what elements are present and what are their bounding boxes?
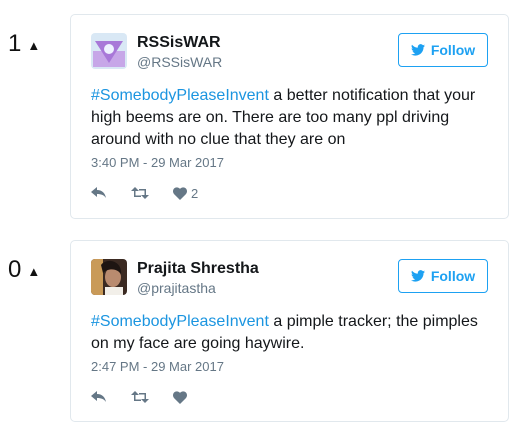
retweet-button[interactable] [131,187,149,199]
retweet-button[interactable] [131,391,149,403]
vote-widget: 0 ▲ [8,256,40,284]
vote-count: 1 [8,30,22,57]
tweet-header: Prajita Shrestha @prajitastha Follow [91,259,488,299]
reply-button[interactable] [91,391,107,403]
avatar[interactable] [91,259,127,295]
reply-button[interactable] [91,187,107,199]
avatar[interactable] [91,33,127,69]
reply-icon [91,187,106,198]
tweet-author: Prajita Shrestha @prajitastha [137,259,259,297]
tweet-actions: 2 [91,184,488,202]
heart-icon [173,186,187,200]
vote-count: 0 [8,256,22,283]
retweet-icon [131,391,149,403]
follow-label: Follow [430,268,476,284]
twitter-bird-icon [410,270,425,282]
upvote-arrow-icon[interactable]: ▲ [27,38,40,53]
author-handle[interactable]: @prajitastha [137,279,259,297]
tweet-actions [91,388,488,406]
author-name[interactable]: Prajita Shrestha [137,259,259,279]
follow-button[interactable]: Follow [398,33,488,67]
reply-icon [91,391,106,402]
tweet-text: #SomebodyPleaseInvent a better notificat… [91,85,488,151]
author-handle[interactable]: @RSSisWAR [137,53,222,71]
tweet-text: #SomebodyPleaseInvent a pimple tracker; … [91,311,488,355]
timestamp[interactable]: 3:40 PM - 29 Mar 2017 [91,155,488,170]
tweet-author: RSSisWAR @RSSisWAR [137,33,222,71]
upvote-arrow-icon[interactable]: ▲ [27,264,40,279]
twitter-bird-icon [410,44,425,56]
hashtag-link[interactable]: #SomebodyPleaseInvent [91,313,269,330]
like-button[interactable] [173,390,191,404]
like-button[interactable]: 2 [173,186,198,201]
follow-button[interactable]: Follow [398,259,488,293]
tweet-header: RSSisWAR @RSSisWAR Follow [91,33,488,73]
hashtag-link[interactable]: #SomebodyPleaseInvent [91,87,269,104]
vote-widget: 1 ▲ [8,30,40,58]
timestamp[interactable]: 2:47 PM - 29 Mar 2017 [91,359,488,374]
follow-label: Follow [430,42,476,58]
author-name[interactable]: RSSisWAR [137,33,222,53]
tweet-card: RSSisWAR @RSSisWAR Follow #SomebodyPleas… [70,14,509,219]
heart-icon [173,390,187,404]
retweet-icon [131,187,149,199]
tweet-card: Prajita Shrestha @prajitastha Follow #So… [70,240,509,422]
like-count: 2 [191,185,199,201]
